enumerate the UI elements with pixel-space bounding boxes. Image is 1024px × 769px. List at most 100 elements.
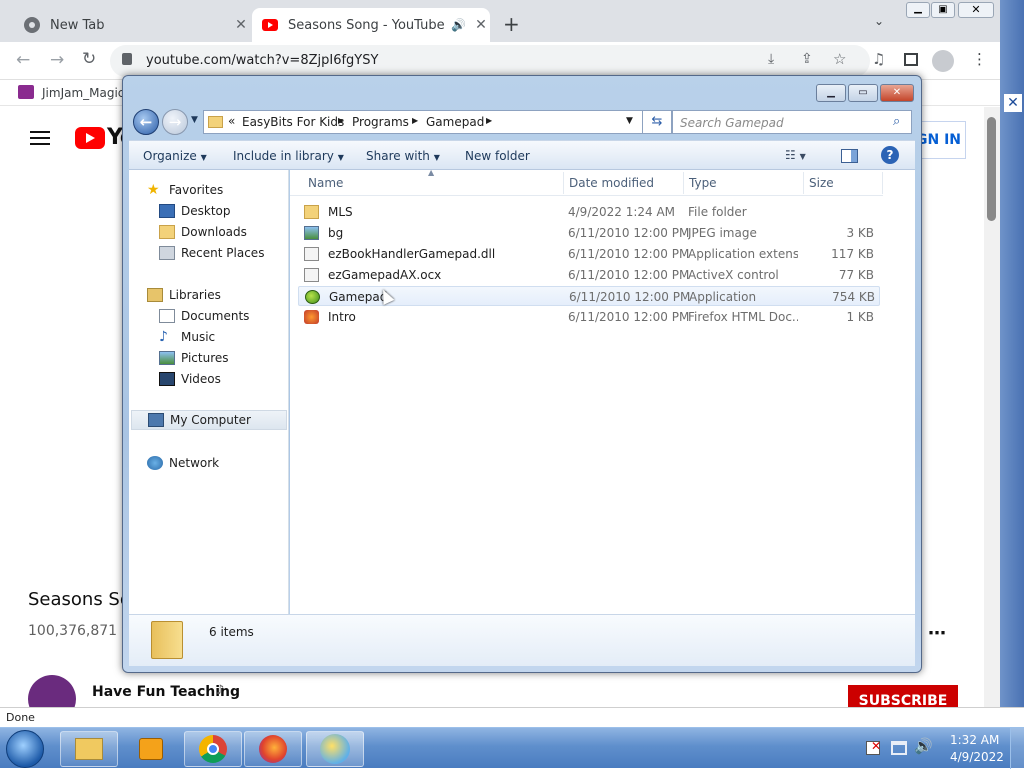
column-divider [683, 172, 684, 194]
forward-button-icon[interactable]: → [162, 109, 188, 135]
nav-network[interactable]: Network [147, 453, 219, 473]
organize-menu[interactable]: Organize ▼ [143, 149, 207, 163]
clock-time[interactable]: 1:32 AM [950, 733, 999, 747]
install-icon[interactable]: ⤓ [768, 51, 774, 67]
back-button-icon[interactable]: ← [133, 109, 159, 135]
maximize-button[interactable]: ▣ [931, 2, 955, 18]
side-panel-icon[interactable] [904, 53, 918, 66]
taskbar-explorer-button[interactable] [60, 731, 118, 767]
chevron-right-icon[interactable]: ▶ [486, 116, 492, 125]
explorer-close-button[interactable]: ✕ [880, 84, 914, 102]
nav-desktop[interactable]: Desktop [159, 201, 231, 221]
media-control-icon[interactable]: ♫ [872, 50, 885, 68]
breadcrumb-item[interactable]: EasyBits For Kids [242, 115, 344, 129]
tab-search-icon[interactable]: ⌄ [874, 14, 884, 28]
network-tray-icon[interactable] [891, 741, 907, 755]
profile-avatar-icon[interactable] [932, 50, 954, 72]
recent-places-icon [159, 246, 175, 260]
bookmark-item[interactable]: JimJam_MagicD [42, 86, 134, 100]
search-placeholder[interactable]: Search Gamepad [680, 116, 784, 130]
file-date: 6/11/2010 12:00 PM [568, 226, 690, 240]
tab-youtube[interactable]: Seasons Song - YouTube 🔊 ✕ [252, 8, 490, 42]
nav-pictures[interactable]: Pictures [159, 348, 229, 368]
close-icon[interactable]: ✕ [1004, 94, 1022, 112]
file-row-mls[interactable]: MLS 4/9/2022 1:24 AM File folder [298, 202, 880, 222]
forward-arrow-icon[interactable]: → [50, 50, 64, 70]
chevron-right-icon[interactable]: ▶ [338, 116, 344, 125]
menu-kebab-icon[interactable]: ⋮ [972, 50, 987, 68]
taskbar-media-button[interactable] [122, 731, 180, 767]
new-folder-button[interactable]: New folder [465, 149, 530, 163]
page-scrollbar[interactable] [984, 107, 1000, 707]
nav-music[interactable]: ♪ Music [159, 327, 215, 347]
nav-my-computer[interactable]: My Computer [131, 410, 287, 430]
file-name: MLS [328, 205, 353, 219]
clock-date[interactable]: 4/9/2022 [950, 750, 1004, 764]
close-tab-icon[interactable]: ✕ [232, 17, 250, 33]
file-name: Intro [328, 310, 356, 324]
breadcrumb-item[interactable]: Gamepad [426, 115, 484, 129]
chevron-down-icon[interactable]: ▼ [626, 116, 633, 126]
close-tab-icon[interactable]: ✕ [472, 17, 490, 33]
breadcrumb-bar[interactable]: « EasyBits For Kids ▶ Programs ▶ Gamepad… [203, 110, 669, 134]
refresh-icon[interactable]: ⇆ [642, 110, 672, 134]
column-name-header[interactable]: Name [308, 176, 343, 190]
file-row-dll[interactable]: ezBookHandlerGamepad.dll 6/11/2010 12:00… [298, 244, 880, 264]
nav-documents[interactable]: Documents [159, 306, 249, 326]
help-icon[interactable]: ? [881, 146, 899, 164]
volume-icon[interactable]: 🔊 [914, 737, 933, 755]
share-icon[interactable]: ⇪ [801, 51, 813, 67]
nav-favorites[interactable]: ★ Favorites [147, 180, 223, 200]
hamburger-menu-icon[interactable] [30, 131, 50, 145]
file-size: 1 KB [846, 310, 874, 324]
bookmark-star-icon[interactable]: ☆ [833, 50, 846, 68]
search-box[interactable]: Search Gamepad ⌕ [672, 110, 912, 134]
recent-pages-icon[interactable]: ▼ [191, 115, 198, 125]
column-date-header[interactable]: Date modified [569, 176, 654, 190]
taskbar-gamepad-button[interactable] [306, 731, 364, 767]
back-arrow-icon[interactable]: ← [16, 50, 30, 70]
view-options-icon[interactable]: ☷ ▼ [785, 148, 806, 162]
reload-icon[interactable]: ↻ [82, 49, 96, 69]
chevron-right-icon[interactable]: ▶ [412, 116, 418, 125]
column-size-header[interactable]: Size [809, 176, 834, 190]
file-row-intro[interactable]: Intro 6/11/2010 12:00 PM Firefox HTML Do… [298, 307, 880, 327]
lock-icon[interactable] [122, 53, 132, 65]
chrome-icon [199, 735, 227, 763]
taskbar-chrome-button[interactable] [184, 731, 242, 767]
file-row-bg[interactable]: bg 6/11/2010 12:00 PM JPEG image 3 KB [298, 223, 880, 243]
subscribe-button[interactable]: SUBSCRIBE [848, 685, 958, 707]
url-text[interactable]: youtube.com/watch?v=8ZjpI6fgYSY [146, 53, 378, 68]
start-button[interactable] [6, 730, 44, 768]
nav-libraries[interactable]: Libraries [147, 285, 221, 305]
column-header-row: Name ▲ Date modified Type Size [290, 168, 883, 196]
breadcrumb-item[interactable]: Programs [352, 115, 409, 129]
nav-videos[interactable]: Videos [159, 369, 221, 389]
file-size: 3 KB [846, 226, 874, 240]
show-desktop-button[interactable] [1010, 728, 1024, 769]
speaker-icon[interactable]: 🔊 [451, 18, 466, 32]
youtube-logo-icon[interactable] [75, 127, 105, 149]
preview-pane-icon[interactable] [841, 149, 858, 163]
search-icon[interactable]: ⌕ [893, 114, 900, 129]
action-center-icon[interactable]: ✕ [866, 739, 881, 755]
scroll-thumb[interactable] [987, 117, 996, 221]
breadcrumb-overflow[interactable]: « [228, 114, 235, 128]
explorer-minimize-button[interactable]: ▁ [816, 84, 846, 102]
channel-avatar[interactable] [28, 675, 76, 707]
nav-downloads[interactable]: Downloads [159, 222, 247, 242]
minimize-button[interactable]: ▁ [906, 2, 930, 18]
taskbar-firefox-button[interactable] [244, 731, 302, 767]
more-actions-icon[interactable]: ⋯ [928, 623, 946, 644]
explorer-maximize-button[interactable]: ▭ [848, 84, 878, 102]
nav-recent-places[interactable]: Recent Places [159, 243, 264, 263]
file-row-ocx[interactable]: ezGamepadAX.ocx 6/11/2010 12:00 PM Activ… [298, 265, 880, 285]
tab-new-tab[interactable]: New Tab ✕ [14, 8, 250, 42]
close-window-button[interactable]: ✕ [958, 2, 994, 18]
address-bar[interactable]: youtube.com/watch?v=8ZjpI6fgYSY [110, 45, 870, 77]
column-type-header[interactable]: Type [689, 176, 717, 190]
include-in-library-menu[interactable]: Include in library ▼ [233, 149, 344, 163]
share-with-menu[interactable]: Share with ▼ [366, 149, 440, 163]
new-tab-button[interactable]: + [503, 12, 520, 36]
media-player-icon [139, 738, 163, 760]
